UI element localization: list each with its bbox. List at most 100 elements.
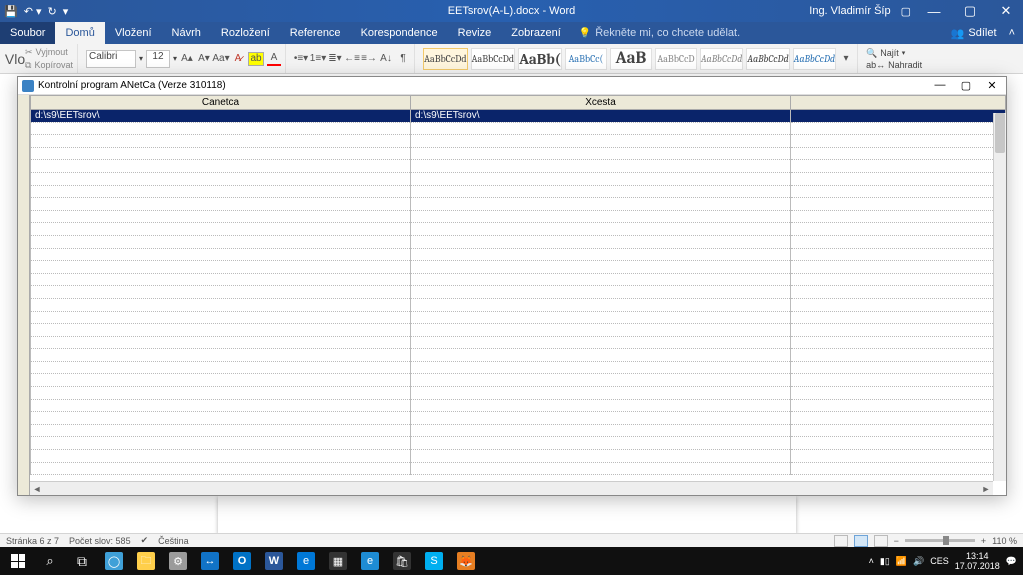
- cell[interactable]: [411, 147, 791, 160]
- cell[interactable]: [31, 298, 411, 311]
- scroll-right-icon[interactable]: ►: [979, 484, 993, 494]
- notifications-icon[interactable]: 💬: [1006, 556, 1017, 567]
- cell[interactable]: [791, 462, 1006, 475]
- font-size-combo[interactable]: 12: [146, 50, 170, 68]
- taskbar-ie[interactable]: e: [354, 547, 386, 575]
- cell[interactable]: [411, 248, 791, 261]
- table-row[interactable]: [31, 248, 1006, 261]
- tab-view[interactable]: Zobrazení: [501, 22, 571, 44]
- col-header-canetca[interactable]: Canetca: [31, 96, 411, 110]
- cell-xcesta[interactable]: d:\s9\EETsrov\: [411, 110, 791, 123]
- cell[interactable]: [791, 424, 1006, 437]
- cell[interactable]: [31, 160, 411, 173]
- table-row[interactable]: [31, 374, 1006, 387]
- cell[interactable]: [31, 172, 411, 185]
- cell[interactable]: [791, 210, 1006, 223]
- cell[interactable]: [791, 450, 1006, 463]
- cell[interactable]: [791, 223, 1006, 236]
- tab-layout[interactable]: Rozložení: [211, 22, 280, 44]
- data-grid[interactable]: Canetca Xcesta d:\s9\EETsrov\d:\s9\EETsr…: [30, 95, 1006, 475]
- undo-icon[interactable]: ↶ ▾: [24, 5, 42, 18]
- cell[interactable]: [411, 336, 791, 349]
- cell[interactable]: [411, 412, 791, 425]
- tab-home[interactable]: Domů: [55, 22, 104, 44]
- taskbar-edge[interactable]: e: [290, 547, 322, 575]
- cell[interactable]: [31, 235, 411, 248]
- tab-design[interactable]: Návrh: [162, 22, 211, 44]
- table-row[interactable]: [31, 235, 1006, 248]
- cell[interactable]: [411, 424, 791, 437]
- font-name-combo[interactable]: Calibri: [86, 50, 136, 68]
- table-row[interactable]: [31, 298, 1006, 311]
- taskbar-app-3[interactable]: ⚙: [162, 547, 194, 575]
- cell[interactable]: [31, 273, 411, 286]
- cell[interactable]: [31, 424, 411, 437]
- show-marks-icon[interactable]: ¶: [396, 52, 410, 66]
- taskbar-foxpro[interactable]: 🦊: [450, 547, 482, 575]
- cell[interactable]: [31, 311, 411, 324]
- cell[interactable]: [31, 135, 411, 148]
- word-count[interactable]: Počet slov: 585: [69, 536, 131, 546]
- cell[interactable]: [411, 273, 791, 286]
- cell[interactable]: [31, 223, 411, 236]
- taskbar-store[interactable]: 🛍: [386, 547, 418, 575]
- cell[interactable]: [411, 160, 791, 173]
- cell[interactable]: [411, 223, 791, 236]
- taskbar-explorer[interactable]: 🗀: [130, 547, 162, 575]
- styles-more-icon[interactable]: ▾: [839, 52, 853, 66]
- battery-icon[interactable]: ▮▯: [880, 556, 890, 567]
- style-emphasis[interactable]: AaBbCcDd: [746, 48, 789, 70]
- table-row[interactable]: [31, 387, 1006, 400]
- tell-me-search[interactable]: Řekněte mi, co chcete udělat.: [579, 27, 740, 39]
- cell[interactable]: [791, 387, 1006, 400]
- tab-review[interactable]: Revize: [448, 22, 502, 44]
- table-row[interactable]: [31, 160, 1006, 173]
- table-row[interactable]: [31, 399, 1006, 412]
- style-subtle[interactable]: AaBbCcDd: [700, 48, 743, 70]
- paste-icon[interactable]: Vlo: [8, 52, 22, 66]
- page-indicator[interactable]: Stránka 6 z 7: [6, 536, 59, 546]
- style-normal[interactable]: AaBbCcDd: [423, 48, 468, 70]
- taskbar-app-1[interactable]: ◯: [98, 547, 130, 575]
- style-nospacing[interactable]: AaBbCcDd: [471, 48, 516, 70]
- cell[interactable]: [31, 399, 411, 412]
- view-web-icon[interactable]: [874, 535, 888, 547]
- clear-formatting-icon[interactable]: A̷: [231, 52, 245, 66]
- cell[interactable]: [791, 122, 1006, 135]
- cell[interactable]: [31, 324, 411, 337]
- cell[interactable]: [791, 235, 1006, 248]
- table-row[interactable]: [31, 462, 1006, 475]
- cell[interactable]: [791, 185, 1006, 198]
- taskbar-teamviewer[interactable]: ↔: [194, 547, 226, 575]
- cell[interactable]: [791, 198, 1006, 211]
- volume-icon[interactable]: 🔊: [913, 556, 924, 567]
- task-view-button[interactable]: ⧉: [66, 547, 98, 575]
- cell[interactable]: [791, 248, 1006, 261]
- scrollbar-thumb[interactable]: [995, 113, 1005, 153]
- cell[interactable]: [31, 210, 411, 223]
- cell[interactable]: [411, 185, 791, 198]
- cut-button[interactable]: ✂Vyjmout: [25, 47, 73, 58]
- cell[interactable]: [31, 349, 411, 362]
- cell[interactable]: [31, 462, 411, 475]
- view-print-icon[interactable]: [854, 535, 868, 547]
- clock[interactable]: 13:14 17.07.2018: [955, 551, 1000, 571]
- table-row[interactable]: [31, 273, 1006, 286]
- zoom-out-icon[interactable]: −: [894, 536, 899, 546]
- tray-chevron-icon[interactable]: ˄: [869, 556, 874, 566]
- zoom-level[interactable]: 110 %: [992, 536, 1017, 546]
- cell[interactable]: [411, 298, 791, 311]
- table-row[interactable]: [31, 450, 1006, 463]
- scroll-left-icon[interactable]: ◄: [30, 484, 44, 494]
- cell[interactable]: [411, 450, 791, 463]
- cell[interactable]: [411, 361, 791, 374]
- cell[interactable]: [791, 336, 1006, 349]
- cell[interactable]: [791, 349, 1006, 362]
- find-button[interactable]: 🔍Najít▾: [866, 48, 922, 59]
- table-row[interactable]: [31, 147, 1006, 160]
- cell[interactable]: [411, 210, 791, 223]
- cell[interactable]: [791, 286, 1006, 299]
- cell[interactable]: [31, 122, 411, 135]
- table-row[interactable]: [31, 361, 1006, 374]
- taskbar-outlook[interactable]: O: [226, 547, 258, 575]
